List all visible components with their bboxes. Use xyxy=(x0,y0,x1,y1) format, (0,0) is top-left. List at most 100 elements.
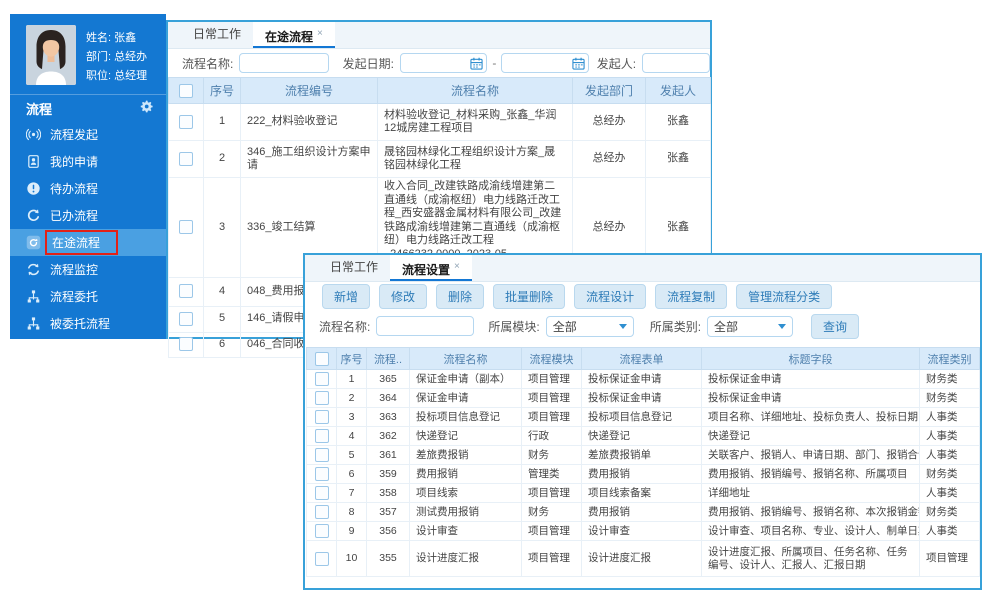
cell-module: 项目管理 xyxy=(522,541,582,577)
row-checkbox[interactable] xyxy=(315,486,329,500)
sidebar-item-todo-processes[interactable]: 待办流程 xyxy=(10,175,166,202)
cell-category: 人事类 xyxy=(920,427,980,446)
sidebar-item-in-transit-processes[interactable]: 在途流程 xyxy=(10,229,166,256)
cell-person: 张鑫 xyxy=(646,141,711,178)
calendar-icon[interactable] xyxy=(470,57,483,70)
process-name-label: 流程名称: xyxy=(319,318,370,335)
col-header-person: 发起人 xyxy=(646,78,711,104)
row-checkbox[interactable] xyxy=(315,467,329,481)
start-date-from-input[interactable] xyxy=(400,53,487,73)
row-checkbox[interactable] xyxy=(315,391,329,405)
select-all-checkbox[interactable] xyxy=(315,352,329,366)
row-checkbox[interactable] xyxy=(179,312,193,326)
window1-tabbar: 日常工作 在途流程× xyxy=(168,22,710,49)
edit-button[interactable]: 修改 xyxy=(379,284,427,309)
cell-no: 6 xyxy=(337,465,367,484)
module-label: 所属模块: xyxy=(488,318,539,335)
table-row[interactable]: 3 363 投标项目信息登记 项目管理 投标项目信息登记 项目名称、详细地址、投… xyxy=(307,408,980,427)
select-all-checkbox[interactable] xyxy=(179,84,193,98)
initiator-input[interactable] xyxy=(642,53,710,73)
table-row[interactable]: 9 356 设计审查 项目管理 设计审查 设计审查、项目名称、专业、设计人、制单… xyxy=(307,522,980,541)
cell-code: 364 xyxy=(367,389,410,408)
sidebar-item-process-monitor[interactable]: 流程监控 xyxy=(10,256,166,283)
row-checkbox[interactable] xyxy=(315,524,329,538)
tab-in-transit[interactable]: 在途流程× xyxy=(253,22,335,48)
table-row[interactable]: 4 362 快递登记 行政 快递登记 快递登记 人事类 xyxy=(307,427,980,446)
row-checkbox[interactable] xyxy=(315,448,329,462)
table-row[interactable]: 7 358 项目线索 项目管理 项目线索备案 详细地址 人事类 xyxy=(307,484,980,503)
sidebar-item-label: 在途流程 xyxy=(52,236,100,250)
table-row[interactable]: 5 361 差旅费报销 财务 差旅费报销单 关联客户、报销人、申请日期、部门、报… xyxy=(307,446,980,465)
cell-module: 项目管理 xyxy=(522,389,582,408)
close-icon[interactable]: × xyxy=(317,28,323,39)
row-checkbox[interactable] xyxy=(179,220,193,234)
start-date-to-input[interactable] xyxy=(501,53,588,73)
sidebar-item-delegated-processes[interactable]: 被委托流程 xyxy=(10,310,166,337)
process-name-input[interactable] xyxy=(376,316,474,336)
close-icon[interactable]: × xyxy=(454,261,460,272)
sidebar-item-process-start[interactable]: 流程发起 xyxy=(10,121,166,148)
broadcast-icon xyxy=(26,127,41,142)
row-checkbox[interactable] xyxy=(315,372,329,386)
sidebar-item-done-processes[interactable]: 已办流程 xyxy=(10,202,166,229)
tab-daily-work[interactable]: 日常工作 xyxy=(318,255,390,281)
tab-label: 日常工作 xyxy=(193,27,241,41)
row-checkbox[interactable] xyxy=(179,284,193,298)
col-header-form: 流程表单 xyxy=(582,348,702,370)
process-name-input[interactable] xyxy=(239,53,328,73)
cell-no: 9 xyxy=(337,522,367,541)
profile-name: 姓名: 张鑫 xyxy=(86,29,147,48)
row-checkbox[interactable] xyxy=(315,429,329,443)
category-select[interactable]: 全部 xyxy=(707,316,793,337)
table-row[interactable]: 6 359 费用报销 管理类 费用报销 费用报销、报销编号、报销名称、所属项目 … xyxy=(307,465,980,484)
table-row[interactable]: 1 365 保证金申请（副本） 项目管理 投标保证金申请 投标保证金申请 财务类 xyxy=(307,370,980,389)
cell-no: 10 xyxy=(337,541,367,577)
process-copy-button[interactable]: 流程复制 xyxy=(655,284,727,309)
gear-icon[interactable] xyxy=(139,99,154,117)
cell-no: 2 xyxy=(337,389,367,408)
module-select[interactable]: 全部 xyxy=(546,316,634,337)
cell-code: 357 xyxy=(367,503,410,522)
cell-category: 财务类 xyxy=(920,465,980,484)
cell-no: 6 xyxy=(204,332,241,357)
batch-delete-button[interactable]: 批量删除 xyxy=(493,284,565,309)
cell-name: 晟铭园林绿化工程组织设计方案_晟铭园林绿化工程 xyxy=(378,141,573,178)
cell-title: 快递登记 xyxy=(702,427,920,446)
row-checkbox[interactable] xyxy=(179,152,193,166)
avatar xyxy=(26,25,76,85)
row-checkbox[interactable] xyxy=(315,552,329,566)
add-button[interactable]: 新增 xyxy=(322,284,370,309)
table-row[interactable]: 2 364 保证金申请 项目管理 投标保证金申请 投标保证金申请 财务类 xyxy=(307,389,980,408)
sidebar-item-my-applications[interactable]: 我的申请 xyxy=(10,148,166,175)
process-design-button[interactable]: 流程设计 xyxy=(574,284,646,309)
table-row[interactable]: 1 222_材料验收登记 材料验收登记_材料采购_张鑫_华润12城房建工程项目 … xyxy=(169,104,711,141)
sidebar-item-process-delegate[interactable]: 流程委托 xyxy=(10,283,166,310)
cell-no: 4 xyxy=(337,427,367,446)
cell-form: 快递登记 xyxy=(582,427,702,446)
transit-icon xyxy=(26,235,41,250)
start-date-label: 发起日期: xyxy=(343,55,394,72)
search-button[interactable]: 查询 xyxy=(811,314,859,339)
table-row[interactable]: 2 346_施工组织设计方案申请 晟铭园林绿化工程组织设计方案_晟铭园林绿化工程… xyxy=(169,141,711,178)
row-checkbox[interactable] xyxy=(315,505,329,519)
window2-tabbar: 日常工作 流程设置× xyxy=(305,255,980,282)
cell-no: 7 xyxy=(337,484,367,503)
tab-daily-work[interactable]: 日常工作 xyxy=(181,22,253,48)
row-checkbox[interactable] xyxy=(179,337,193,351)
row-checkbox[interactable] xyxy=(179,115,193,129)
cell-no: 2 xyxy=(204,141,241,178)
calendar-icon[interactable] xyxy=(572,57,585,70)
col-header-dept: 发起部门 xyxy=(573,78,646,104)
cell-module: 管理类 xyxy=(522,465,582,484)
delete-button[interactable]: 删除 xyxy=(436,284,484,309)
cell-module: 项目管理 xyxy=(522,484,582,503)
table-row[interactable]: 8 357 测试费用报销 财务 费用报销 费用报销、报销编号、报销名称、本次报销… xyxy=(307,503,980,522)
col-header-code: 流程编号 xyxy=(241,78,378,104)
tab-process-settings[interactable]: 流程设置× xyxy=(390,255,472,281)
row-checkbox[interactable] xyxy=(315,410,329,424)
manage-category-button[interactable]: 管理流程分类 xyxy=(736,284,832,309)
cell-title: 关联客户、报销人、申请日期、部门、报销合计 xyxy=(702,446,920,465)
sidebar: 姓名: 张鑫 部门: 总经办 职位: 总经理 流程 流程发起 我的申请 xyxy=(10,14,166,339)
cell-name: 材料验收登记_材料采购_张鑫_华润12城房建工程项目 xyxy=(378,104,573,141)
table-row[interactable]: 10 355 设计进度汇报 项目管理 设计进度汇报 设计进度汇报、所属项目、任务… xyxy=(307,541,980,577)
